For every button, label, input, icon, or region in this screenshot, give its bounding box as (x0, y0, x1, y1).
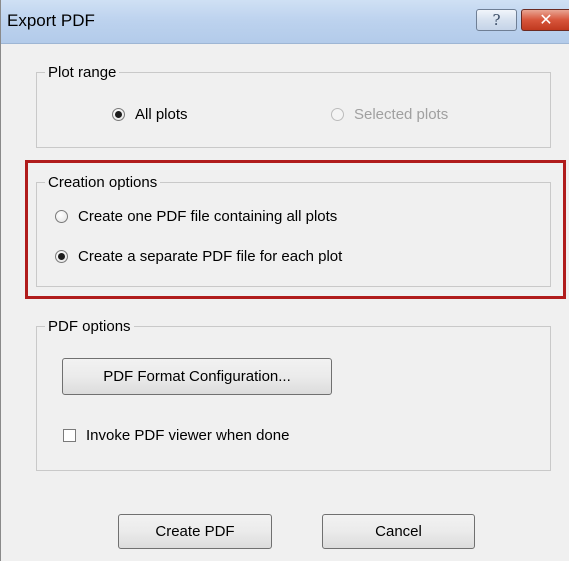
invoke-viewer-checkbox[interactable] (63, 429, 76, 442)
highlight-box (25, 160, 566, 299)
create-pdf-button[interactable]: Create PDF (118, 514, 272, 549)
cancel-button[interactable]: Cancel (322, 514, 475, 549)
radio-label-all-plots: All plots (135, 106, 188, 123)
close-icon: ✕ (539, 10, 553, 29)
invoke-viewer-checkbox-row[interactable]: Invoke PDF viewer when done (63, 427, 289, 444)
invoke-viewer-label: Invoke PDF viewer when done (86, 427, 290, 444)
title-bar[interactable]: Export PDF ? ✕ (1, 0, 569, 44)
question-mark-icon: ? (492, 11, 501, 29)
create-pdf-label: Create PDF (155, 523, 235, 540)
pdf-format-configuration-button[interactable]: PDF Format Configuration... (62, 358, 332, 395)
radio-all-plots[interactable]: All plots (112, 106, 188, 123)
plot-range-legend: Plot range (48, 64, 117, 81)
dialog-title: Export PDF (7, 11, 95, 30)
cancel-label: Cancel (375, 523, 422, 540)
close-button[interactable]: ✕ (521, 9, 569, 31)
radio-button-checked[interactable] (112, 108, 125, 121)
export-pdf-dialog: Export PDF ? ✕ Plot range All plots Sele… (0, 0, 569, 561)
help-button[interactable]: ? (476, 9, 517, 31)
pdf-format-configuration-label: PDF Format Configuration... (103, 368, 291, 385)
radio-label-selected-plots: Selected plots (354, 106, 449, 123)
pdf-options-legend: PDF options (48, 318, 131, 335)
radio-selected-plots[interactable]: Selected plots (331, 106, 448, 123)
radio-button-disabled[interactable] (331, 108, 344, 121)
